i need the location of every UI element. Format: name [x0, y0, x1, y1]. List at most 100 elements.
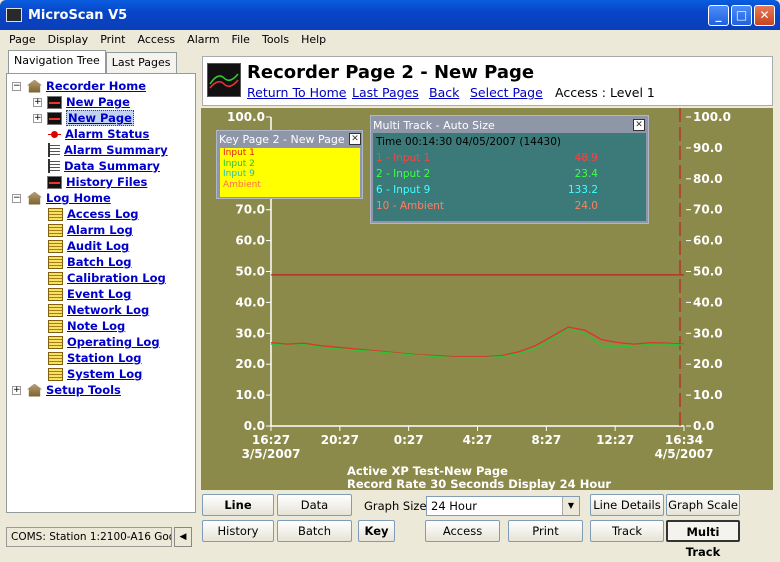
list-icon	[48, 159, 60, 173]
chart-icon	[47, 95, 62, 109]
log-icon	[48, 255, 63, 269]
house-icon	[27, 191, 42, 205]
expand-icon[interactable]: +	[12, 386, 21, 395]
collapse-icon[interactable]: −	[12, 194, 21, 203]
alarm-icon	[48, 128, 61, 141]
collapse-icon[interactable]: −	[12, 82, 21, 91]
last-pages-link[interactable]: Last Pages	[352, 85, 419, 100]
tree-item-operating-log[interactable]: Operating Log	[48, 334, 160, 350]
x-end-date: 4/5/2007	[655, 447, 714, 461]
x-tick-label: 16:27	[252, 433, 290, 447]
recorder-chart-icon	[207, 63, 241, 97]
multi-track-body: Time 00:14:30 04/05/2007 (14430) 1 - Inp…	[373, 133, 646, 221]
tree-item-new-page-2[interactable]: New Page	[47, 110, 134, 126]
track-button[interactable]: Track	[590, 520, 664, 542]
key-button[interactable]: Key	[358, 520, 395, 542]
y-tick-label-right: 90.0	[693, 141, 723, 155]
batch-button[interactable]: Batch	[277, 520, 352, 542]
tree-item-data-summary[interactable]: Data Summary	[48, 158, 160, 174]
select-page-link[interactable]: Select Page	[470, 85, 543, 100]
tree-item-audit-log[interactable]: Audit Log	[48, 238, 129, 254]
tree-item-alarm-status[interactable]: Alarm Status	[48, 126, 149, 142]
navigation-tree: − Recorder Home + New Page + New Page Al…	[6, 73, 196, 513]
tree-item-network-log[interactable]: Network Log	[48, 302, 149, 318]
line-button[interactable]: Line	[202, 494, 274, 516]
multi-track-title: Multi Track - Auto Size	[373, 119, 495, 132]
tab-navigation-tree[interactable]: Navigation Tree	[8, 50, 106, 73]
menu-display[interactable]: Display	[42, 33, 95, 46]
tree-item-alarm-summary[interactable]: Alarm Summary	[48, 142, 168, 158]
graph-size-select[interactable]: 24 Hour ▼	[426, 496, 580, 516]
data-button[interactable]: Data	[277, 494, 352, 516]
tree-item-access-log[interactable]: Access Log	[48, 206, 139, 222]
series-line	[270, 326, 685, 358]
tree-item-system-log[interactable]: System Log	[48, 366, 142, 382]
collapse-panel-button[interactable]: ◀	[174, 527, 192, 547]
tree-item-alarm-log[interactable]: Alarm Log	[48, 222, 133, 238]
multi-track-time: Time 00:14:30 04/05/2007 (14430)	[376, 136, 561, 148]
x-tick-label: 4:27	[463, 433, 493, 447]
log-icon	[48, 367, 63, 381]
menu-alarm[interactable]: Alarm	[181, 33, 225, 46]
history-button[interactable]: History	[202, 520, 274, 542]
tree-item-batch-log[interactable]: Batch Log	[48, 254, 132, 270]
key-item: Input 1	[223, 148, 255, 158]
key-item: Ambient	[223, 179, 261, 190]
return-home-link[interactable]: Return To Home	[247, 85, 347, 100]
menu-bar: Page Display Print Access Alarm File Too…	[0, 30, 780, 49]
back-link[interactable]: Back	[429, 85, 459, 100]
y-tick-label-left: 40.0	[235, 295, 265, 309]
line-details-button[interactable]: Line Details	[590, 494, 664, 516]
menu-file[interactable]: File	[226, 33, 256, 46]
tree-item-note-log[interactable]: Note Log	[48, 318, 125, 334]
tree-item-setup-tools[interactable]: Setup Tools	[27, 382, 121, 398]
y-tick-label-left: 10.0	[235, 388, 265, 402]
tree-item-calibration-log[interactable]: Calibration Log	[48, 270, 166, 286]
multi-track-button[interactable]: Multi Track	[666, 520, 740, 559]
access-button[interactable]: Access	[425, 520, 500, 542]
window-title: MicroScan V5	[28, 7, 128, 23]
multi-track-row: 2 - Input 2 23.4	[376, 168, 598, 180]
expand-icon[interactable]: +	[33, 98, 42, 107]
close-button[interactable]: ✕	[754, 5, 775, 26]
menu-page[interactable]: Page	[3, 33, 42, 46]
list-icon	[48, 143, 60, 157]
page-header: Recorder Page 2 - New Page Return To Hom…	[202, 56, 773, 106]
log-icon	[48, 351, 63, 365]
x-tick-label: 20:27	[321, 433, 359, 447]
menu-print[interactable]: Print	[94, 33, 131, 46]
multi-track-window[interactable]: Multi Track - Auto Size ✕ Time 00:14:30 …	[370, 115, 649, 224]
menu-help[interactable]: Help	[295, 33, 332, 46]
print-button[interactable]: Print	[508, 520, 583, 542]
tree-item-station-log[interactable]: Station Log	[48, 350, 142, 366]
tree-item-log-home[interactable]: Log Home	[27, 190, 111, 206]
multi-track-row: 1 - Input 1 48.9	[376, 152, 598, 164]
key-list: Input 1 Input 2 Input 9 Ambient	[220, 148, 360, 197]
chart-caption-page: Active XP Test-New Page	[347, 464, 508, 478]
access-level: Access : Level 1	[555, 85, 655, 100]
chevron-down-icon[interactable]: ▼	[562, 497, 579, 515]
expand-icon[interactable]: +	[33, 114, 42, 123]
graph-size-label: Graph Size	[364, 499, 427, 513]
tab-last-pages[interactable]: Last Pages	[105, 52, 177, 73]
tree-item-event-log[interactable]: Event Log	[48, 286, 131, 302]
close-icon[interactable]: ✕	[349, 133, 361, 145]
menu-access[interactable]: Access	[132, 33, 182, 46]
page-title: Recorder Page 2 - New Page	[247, 62, 535, 83]
log-icon	[48, 271, 63, 285]
tree-item-new-page-1[interactable]: New Page	[47, 94, 130, 110]
x-start-date: 3/5/2007	[242, 447, 301, 461]
title-bar: MicroScan V5 _ □ ✕	[0, 0, 780, 30]
y-tick-label-left: 0.0	[244, 419, 265, 433]
menu-tools[interactable]: Tools	[256, 33, 295, 46]
log-icon	[48, 319, 63, 333]
maximize-button[interactable]: □	[731, 5, 752, 26]
app-icon	[6, 8, 22, 22]
tree-item-recorder-home[interactable]: Recorder Home	[27, 78, 146, 94]
key-window[interactable]: Key Page 2 - New Page ✕ Input 1 Input 2 …	[216, 130, 363, 199]
minimize-button[interactable]: _	[708, 5, 729, 26]
y-tick-label-right: 60.0	[693, 234, 723, 248]
tree-item-history-files[interactable]: History Files	[47, 174, 147, 190]
graph-scale-button[interactable]: Graph Scale	[666, 494, 740, 516]
close-icon[interactable]: ✕	[633, 119, 645, 131]
